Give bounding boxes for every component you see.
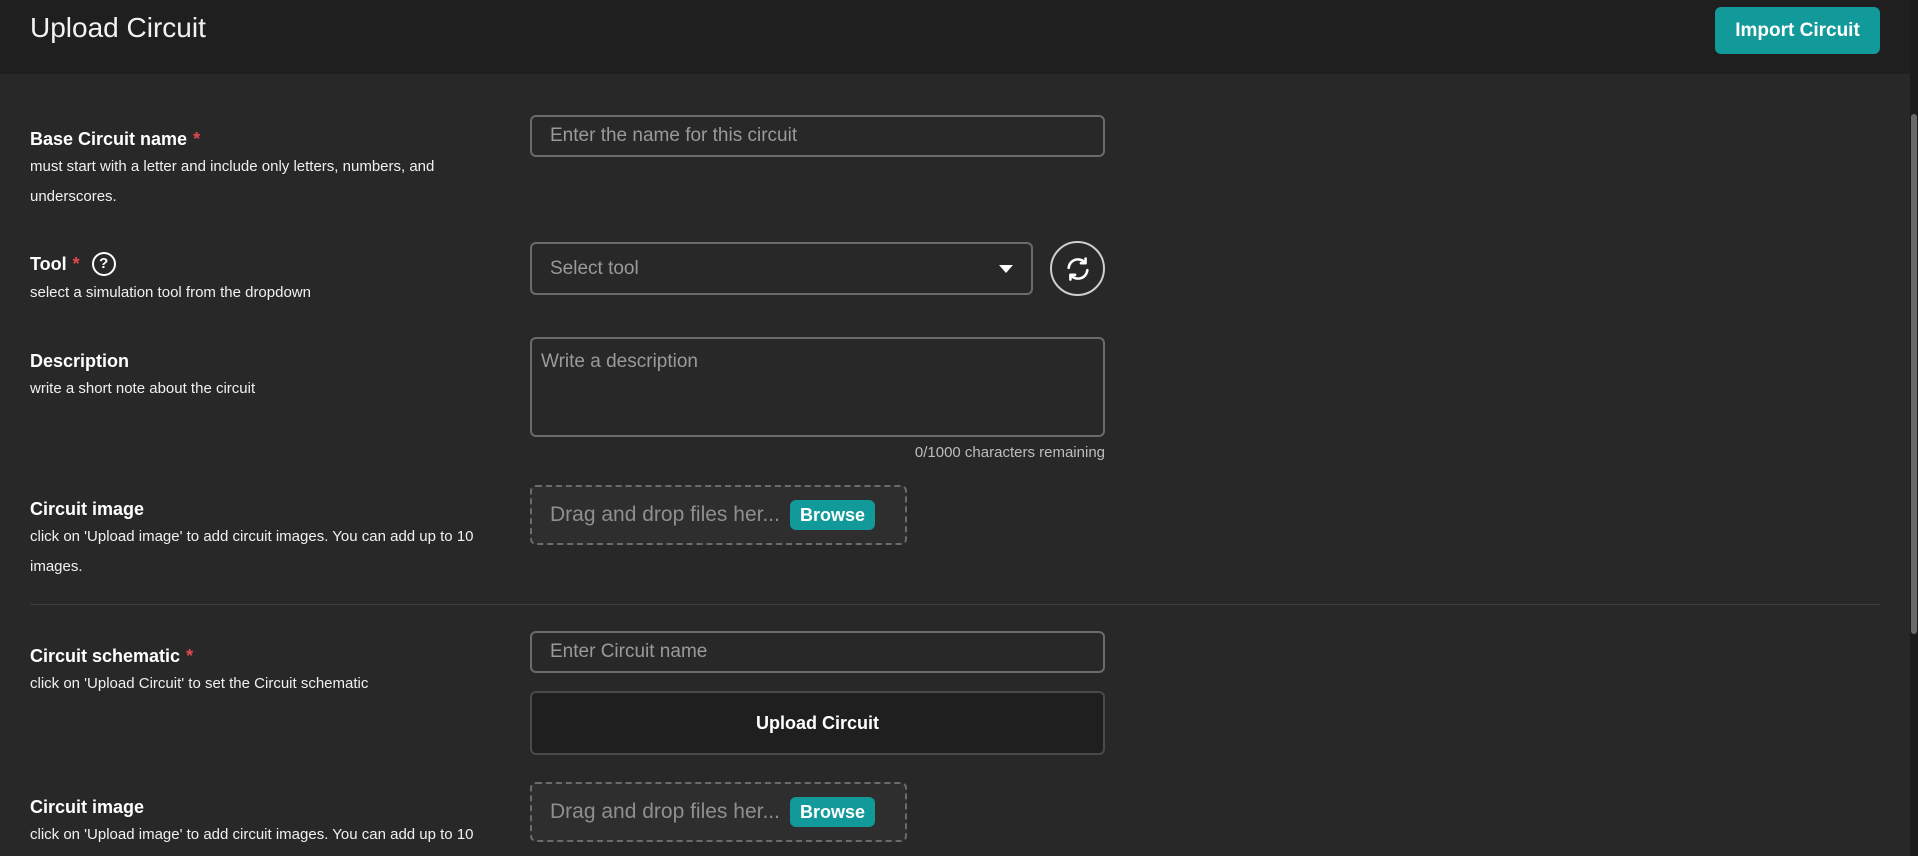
circuit-image-label-block: Circuit image click on 'Upload image' to…: [30, 498, 510, 582]
dropzone-text: Drag and drop files her...: [550, 800, 780, 823]
section-divider: [30, 604, 1880, 605]
tool-help: select a simulation tool from the dropdo…: [30, 284, 311, 301]
refresh-tools-button[interactable]: [1050, 241, 1105, 296]
page-header: Upload Circuit Import Circuit: [0, 0, 1910, 74]
required-marker: *: [72, 254, 80, 274]
base-name-input[interactable]: [530, 115, 1105, 157]
required-marker: *: [186, 646, 194, 666]
description-help: write a short note about the circuit: [30, 380, 256, 397]
circuit-image-2-dropzone[interactable]: Drag and drop files her... Browse: [530, 782, 907, 842]
schematic-title-text: Circuit schematic: [30, 646, 181, 666]
base-name-title: Base Circuit name *: [30, 128, 510, 150]
browse-button[interactable]: Browse: [789, 797, 875, 827]
circuit-image-title-text: Circuit image: [30, 499, 145, 519]
circuit-image-title: Circuit image: [30, 498, 510, 520]
description-textarea[interactable]: [530, 337, 1105, 437]
circuit-image-2-help: click on 'Upload image' to add circuit i…: [30, 826, 474, 843]
import-circuit-button[interactable]: Import Circuit: [1715, 7, 1880, 54]
tool-select[interactable]: Select tool: [530, 242, 1033, 295]
browse-button[interactable]: Browse: [789, 500, 875, 530]
upload-circuit-button[interactable]: Upload Circuit: [530, 691, 1105, 755]
base-name-help: must start with a letter and include onl…: [30, 158, 435, 205]
tool-title: Tool * ?: [30, 252, 510, 276]
description-char-count: 0/1000 characters remaining: [914, 444, 1105, 461]
schematic-help: click on 'Upload Circuit' to set the Cir…: [30, 675, 369, 692]
tool-label-block: Tool * ? select a simulation tool from t…: [30, 252, 510, 308]
schematic-label-block: Circuit schematic * click on 'Upload Cir…: [30, 645, 510, 699]
description-title: Description: [30, 350, 510, 372]
scrollbar-thumb[interactable]: [1911, 114, 1917, 634]
circuit-image-2-title-text: Circuit image: [30, 797, 145, 817]
circuit-image-2-title: Circuit image: [30, 796, 510, 818]
tool-title-text: Tool: [30, 254, 67, 274]
circuit-image-2-label-block: Circuit image click on 'Upload image' to…: [30, 796, 510, 850]
base-name-title-text: Base Circuit name: [30, 129, 188, 149]
circuit-name-input[interactable]: [530, 631, 1105, 673]
caret-down-icon: [999, 264, 1013, 273]
circuit-image-dropzone[interactable]: Drag and drop files her... Browse: [530, 485, 907, 545]
schematic-title: Circuit schematic *: [30, 645, 510, 667]
tool-select-value: Select tool: [550, 257, 639, 279]
description-title-text: Description: [30, 351, 130, 371]
refresh-icon: [1066, 256, 1089, 281]
description-label-block: Description write a short note about the…: [30, 350, 510, 404]
required-marker: *: [193, 129, 201, 149]
dropzone-text: Drag and drop files her...: [550, 503, 780, 526]
question-circle-icon[interactable]: ?: [91, 252, 116, 276]
base-name-label-block: Base Circuit name * must start with a le…: [30, 128, 510, 212]
page-title: Upload Circuit: [30, 12, 206, 43]
circuit-image-help: click on 'Upload image' to add circuit i…: [30, 528, 474, 575]
